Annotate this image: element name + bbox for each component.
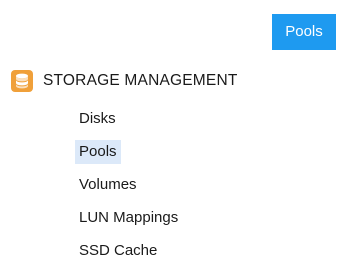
menu-item-ssd-cache[interactable]: SSD Cache: [71, 234, 165, 261]
menu-item-label: Volumes: [79, 176, 137, 193]
storage-nav-panel: Pools STORAGE MANAGEMENT Disks Pools Vol…: [0, 0, 339, 261]
storage-menu: Disks Pools Volumes LUN Mappings SSD Cac…: [71, 102, 186, 261]
menu-item-volumes[interactable]: Volumes: [71, 168, 145, 201]
menu-item-label: Disks: [79, 110, 116, 127]
storage-management-header[interactable]: STORAGE MANAGEMENT: [11, 67, 238, 95]
menu-item-pools[interactable]: Pools: [71, 135, 125, 168]
menu-item-label: Pools: [75, 140, 121, 164]
section-title: STORAGE MANAGEMENT: [43, 72, 238, 89]
menu-item-disks[interactable]: Disks: [71, 102, 124, 135]
tab-pools[interactable]: Pools: [272, 14, 336, 50]
menu-item-lun-mappings[interactable]: LUN Mappings: [71, 201, 186, 234]
menu-item-label: LUN Mappings: [79, 209, 179, 226]
menu-item-label: SSD Cache: [79, 242, 158, 259]
database-icon: [11, 70, 33, 92]
